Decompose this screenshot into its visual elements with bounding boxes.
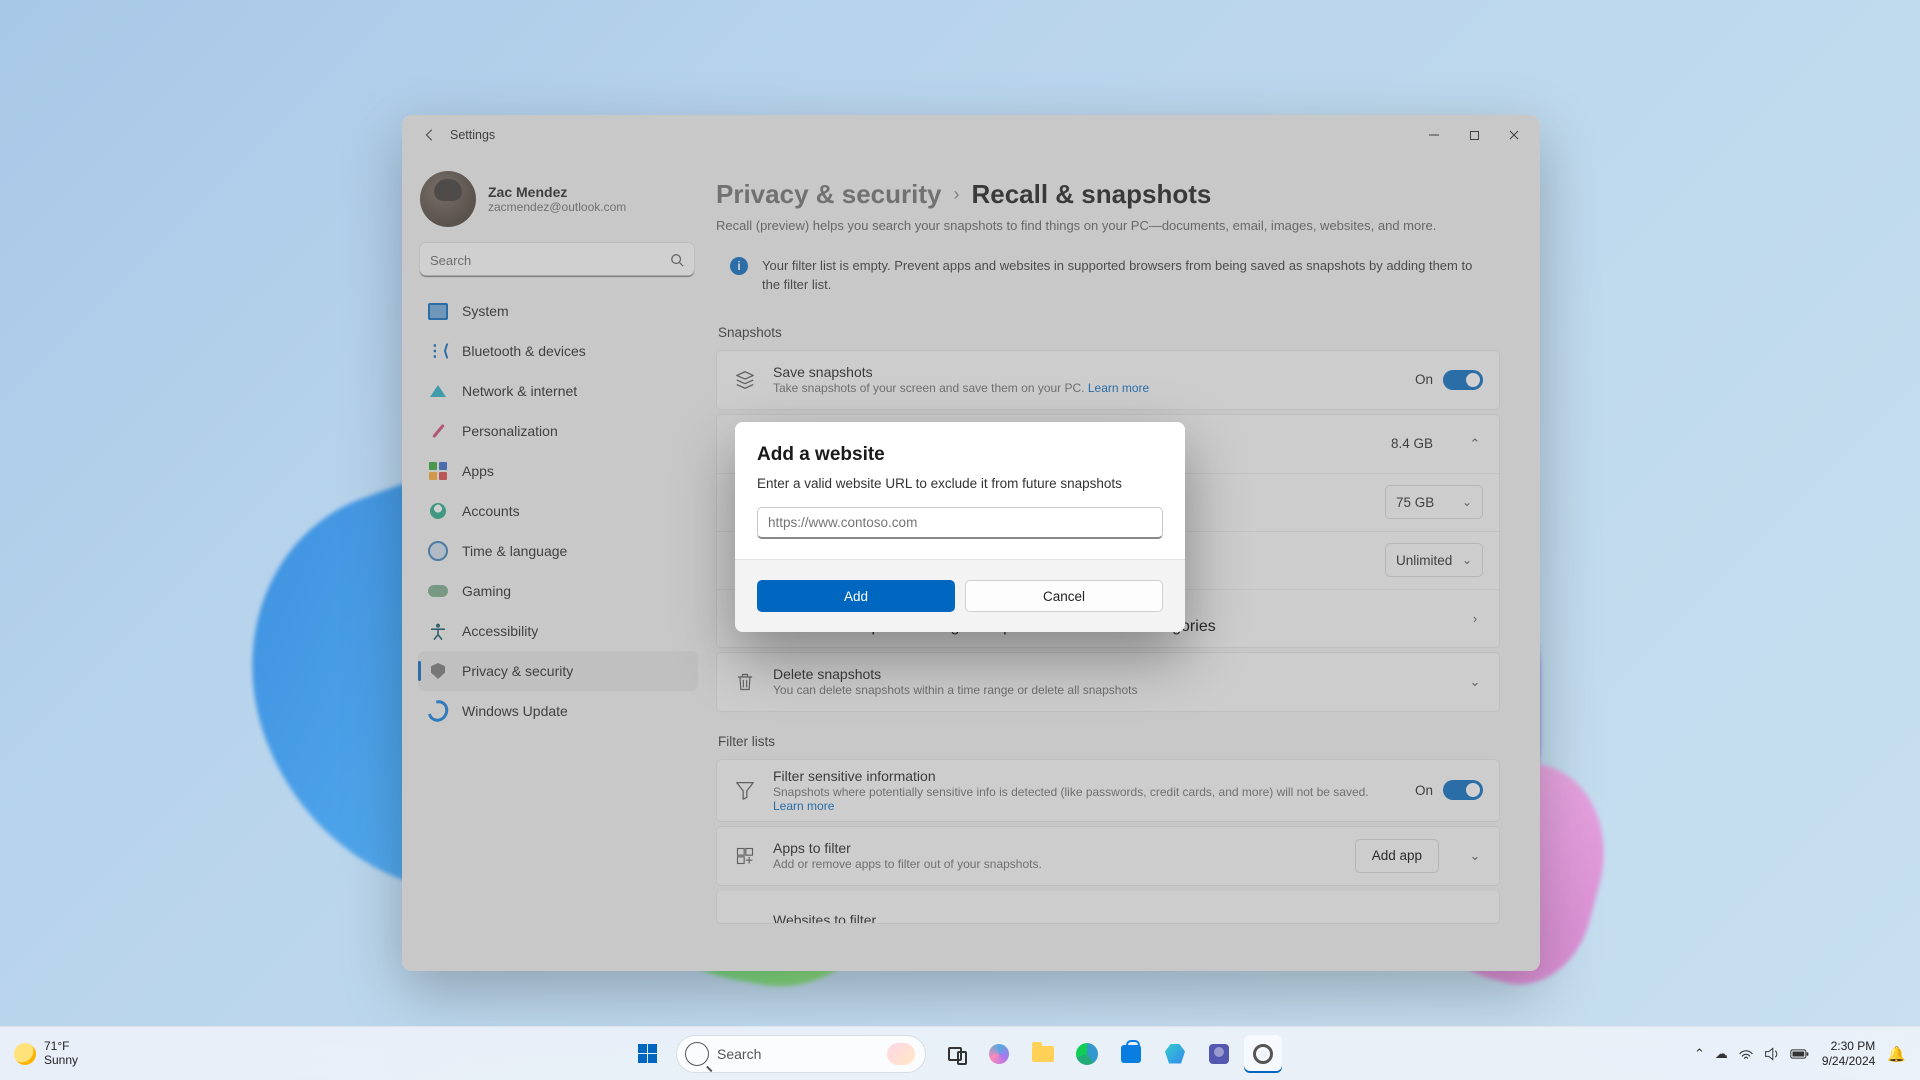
task-view-icon [948, 1047, 962, 1061]
add-website-dialog: Add a website Enter a valid website URL … [735, 422, 1185, 632]
cancel-button[interactable]: Cancel [965, 580, 1163, 612]
copilot-button[interactable] [980, 1035, 1018, 1073]
volume-icon[interactable] [1764, 1047, 1780, 1061]
weather-icon [14, 1043, 36, 1065]
weather-widget[interactable]: 71°F Sunny [0, 1040, 250, 1068]
copilot2-button[interactable] [1156, 1035, 1194, 1073]
copilot-icon [989, 1044, 1009, 1064]
taskbar: 71°F Sunny Search ⌃ ☁ 2:30 PM 9/24/2024 [0, 1026, 1920, 1080]
add-button[interactable]: Add [757, 580, 955, 612]
website-url-input[interactable] [757, 507, 1163, 539]
explorer-button[interactable] [1024, 1035, 1062, 1073]
teams-button[interactable] [1200, 1035, 1238, 1073]
edge-icon [1076, 1043, 1098, 1065]
task-view-button[interactable] [936, 1035, 974, 1073]
store-button[interactable] [1112, 1035, 1150, 1073]
onedrive-icon[interactable]: ☁ [1715, 1046, 1728, 1062]
weather-temp: 71°F [44, 1040, 78, 1054]
notifications-button[interactable]: 🔔 [1887, 1045, 1906, 1063]
tray-overflow-icon[interactable]: ⌃ [1694, 1046, 1705, 1062]
dialog-title: Add a website [757, 444, 1163, 466]
dialog-message: Enter a valid website URL to exclude it … [757, 476, 1163, 491]
gear-icon [1253, 1044, 1273, 1064]
clock[interactable]: 2:30 PM 9/24/2024 [1822, 1039, 1875, 1068]
search-icon [685, 1042, 709, 1066]
time: 2:30 PM [1822, 1039, 1875, 1053]
edge-button[interactable] [1068, 1035, 1106, 1073]
search-highlight-icon [887, 1043, 915, 1065]
battery-icon[interactable] [1790, 1048, 1810, 1060]
copilot-alt-icon [1165, 1044, 1185, 1064]
taskbar-search[interactable]: Search [676, 1035, 926, 1073]
folder-icon [1032, 1046, 1054, 1062]
weather-condition: Sunny [44, 1054, 78, 1068]
settings-taskbar-button[interactable] [1244, 1035, 1282, 1073]
windows-icon [638, 1044, 657, 1063]
date: 9/24/2024 [1822, 1054, 1875, 1068]
system-tray[interactable]: ⌃ ☁ [1694, 1046, 1810, 1062]
start-button[interactable] [628, 1035, 666, 1073]
network-tray-icon[interactable] [1738, 1047, 1754, 1061]
search-placeholder: Search [717, 1046, 879, 1062]
teams-icon [1209, 1044, 1229, 1064]
store-icon [1121, 1045, 1141, 1063]
